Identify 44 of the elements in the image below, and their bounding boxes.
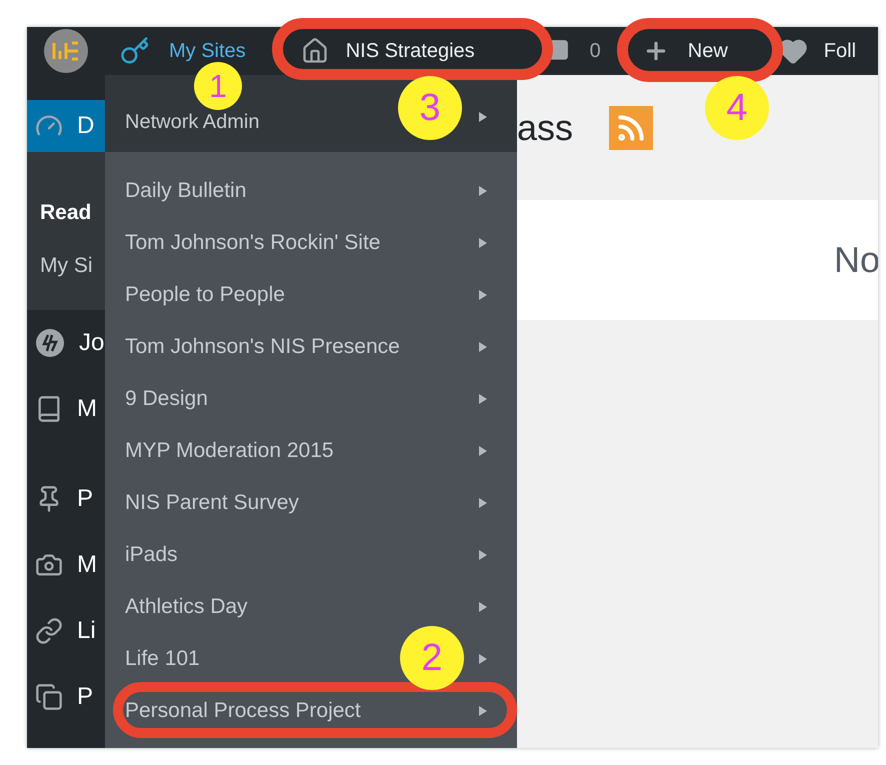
sidebar-item[interactable]: M	[27, 532, 105, 598]
follow-link[interactable]: Foll	[824, 41, 856, 61]
sidebar-item[interactable]: M	[27, 376, 105, 442]
sidebar-item[interactable]: Jo	[27, 310, 105, 376]
home-icon	[300, 37, 329, 65]
arrow-right-icon	[479, 238, 487, 248]
menu-item[interactable]: MYP Moderation 2015	[125, 435, 334, 467]
sidebar-item[interactable]: Li	[27, 598, 105, 664]
menu-item[interactable]: Tom Johnson's Rockin' Site	[125, 227, 380, 259]
sidebar-subitem[interactable]: Read	[27, 186, 105, 239]
arrow-right-icon	[479, 186, 487, 196]
comment-count[interactable]: 0	[590, 41, 601, 61]
new-link[interactable]: New	[688, 41, 728, 61]
arrow-right-icon	[479, 550, 487, 560]
menu-item[interactable]: 9 Design	[125, 383, 208, 415]
sidebar-item[interactable]: P	[27, 664, 105, 730]
arrow-right-icon	[479, 342, 487, 352]
menu-item[interactable]: Life 101	[125, 643, 200, 675]
menu-item[interactable]: Daily Bulletin	[125, 175, 246, 207]
arrow-right-icon	[479, 446, 487, 456]
menu-item[interactable]: Tom Johnson's NIS Presence	[125, 331, 400, 363]
link-icon	[35, 617, 63, 645]
arrow-right-icon	[479, 654, 487, 664]
page-heading: ass	[517, 106, 574, 150]
arrow-right-icon	[479, 394, 487, 404]
menu-item[interactable]: Athletics Day	[125, 591, 248, 623]
sidebar-item[interactable]: P	[27, 466, 105, 532]
arrow-right-icon	[479, 602, 487, 612]
menu-item[interactable]: People to People	[125, 279, 285, 311]
my-sites-link[interactable]: My Sites	[169, 41, 246, 61]
arrow-right-icon	[479, 498, 487, 508]
menu-item[interactable]: NIS Parent Survey	[125, 487, 299, 519]
menu-item[interactable]: Personal Process Project	[125, 695, 361, 727]
sidebar-subitem[interactable]: My Si	[27, 239, 105, 292]
arrow-right-icon	[479, 112, 487, 122]
pages-icon	[35, 683, 63, 711]
sidebar-item[interactable]: D	[27, 100, 105, 152]
menu-item[interactable]: Network Admin	[125, 112, 260, 132]
site-name-link[interactable]: NIS Strategies	[346, 41, 475, 61]
logo-icon[interactable]	[42, 29, 90, 73]
menu-item[interactable]: iPads	[125, 539, 178, 571]
arrow-right-icon	[479, 706, 487, 716]
arrow-right-icon	[479, 290, 487, 300]
key-icon	[120, 36, 150, 66]
